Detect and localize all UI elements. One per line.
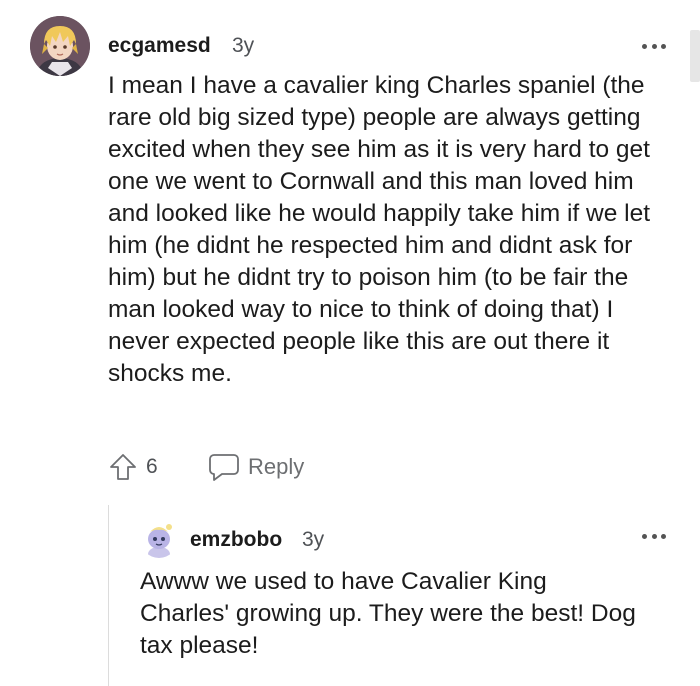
comment-age: 3y bbox=[302, 528, 325, 551]
upvote-count: 6 bbox=[146, 455, 158, 478]
upvote-button[interactable]: 6 bbox=[108, 452, 158, 482]
avatar-illustrated-blond-character-icon bbox=[30, 16, 90, 76]
user-avatar[interactable] bbox=[140, 520, 178, 558]
more-options-icon[interactable] bbox=[642, 531, 666, 541]
more-options-icon[interactable] bbox=[642, 41, 666, 51]
scrollbar[interactable] bbox=[690, 30, 700, 82]
reply-button[interactable]: Reply bbox=[208, 452, 304, 482]
comment-author[interactable]: emzbobo bbox=[190, 528, 282, 552]
thread-line[interactable] bbox=[108, 505, 109, 686]
user-avatar[interactable] bbox=[30, 16, 90, 76]
comment-body: Awww we used to have Cavalier King Charl… bbox=[140, 568, 636, 659]
comment-body: I mean I have a cavalier king Charles sp… bbox=[108, 72, 651, 387]
reply-bubble-icon bbox=[209, 454, 239, 481]
comment-author[interactable]: ecgamesd bbox=[108, 34, 211, 58]
reply-label: Reply bbox=[248, 454, 305, 479]
comment-age: 3y bbox=[232, 34, 255, 57]
avatar-snoo-character-icon bbox=[140, 520, 178, 558]
upvote-arrow-icon bbox=[110, 454, 136, 480]
